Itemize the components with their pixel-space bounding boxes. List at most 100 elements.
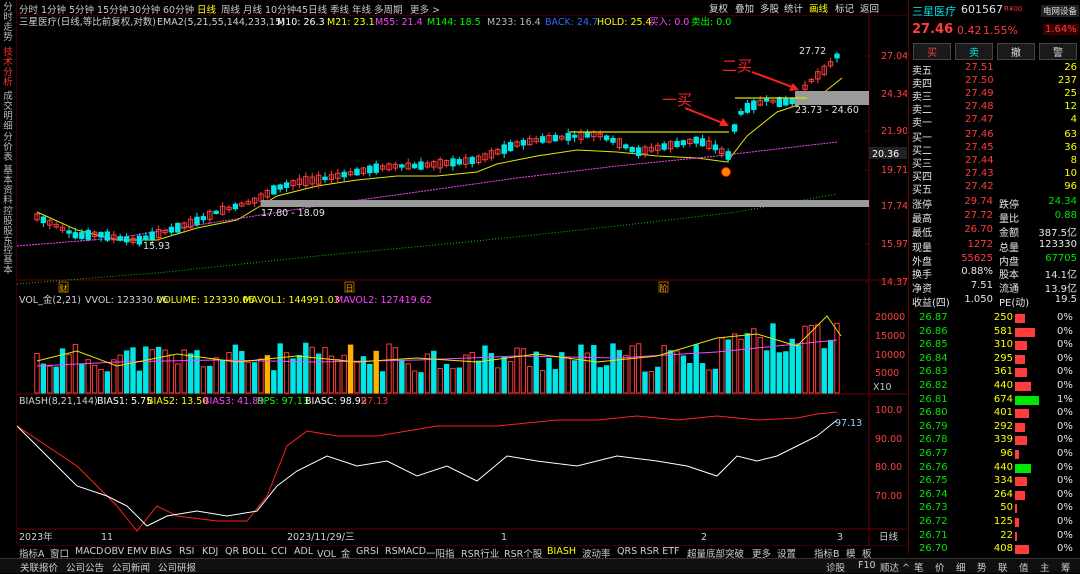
period-4[interactable]: 30分钟 [129, 2, 160, 16]
bottom-tab-2[interactable]: MACD [75, 546, 103, 557]
level-bar [1015, 463, 1031, 473]
toolbar-4[interactable]: 画线 [809, 1, 828, 15]
toolbar-1[interactable]: 叠加 [735, 1, 754, 15]
period-0[interactable]: 分时 [19, 2, 38, 16]
bottom-tab-4[interactable]: EMV [127, 546, 148, 557]
ask-row[interactable]: 卖四 27.50 237 [909, 75, 1080, 90]
bottom-tab-20[interactable]: QRS [617, 546, 637, 557]
left-tab-6[interactable]: 控基本 [1, 246, 15, 276]
toolbar-2[interactable]: 多股 [760, 1, 779, 15]
bid-row[interactable]: 买一 27.46 63 [909, 129, 1080, 144]
volume-bar [290, 358, 296, 394]
period-1[interactable]: 1分钟 [41, 2, 66, 16]
stock-name: 三星医疗 [912, 5, 956, 18]
period-2[interactable]: 5分钟 [69, 2, 94, 16]
price-level-row[interactable]: 26.79 292 0% [909, 421, 1080, 434]
level-pct: 0% [1057, 488, 1073, 500]
price-level-row[interactable]: 26.81 674 1% [909, 394, 1080, 407]
price-level-row[interactable]: 26.78 339 0% [909, 434, 1080, 447]
period-11[interactable]: 季线 [330, 2, 349, 16]
kline-chart[interactable]: 三星医疗(日线,等比前复权,对数) EMA2(5,21,55,144,233,1… [17, 16, 907, 545]
ask-price: 27.51 [965, 62, 994, 73]
price-level-row[interactable]: 26.84 295 0% [909, 353, 1080, 366]
action-button-3[interactable]: 警 [1039, 43, 1077, 60]
bottom-tab-14[interactable]: RSMACD [385, 546, 426, 557]
left-tab-5[interactable]: 控股股东 [1, 207, 15, 247]
candle-body [418, 161, 424, 170]
bottom-tab-5[interactable]: BIAS [150, 546, 172, 557]
volume-bar [59, 348, 66, 394]
period-12[interactable]: 年线 [352, 2, 371, 16]
price-level-row[interactable]: 26.74 264 0% [909, 489, 1080, 502]
bottom-tab-6[interactable]: RSI [179, 546, 194, 557]
price-level-row[interactable]: 26.76 440 0% [909, 462, 1080, 475]
action-button-2[interactable]: 撤 [997, 43, 1035, 60]
price-level-row[interactable]: 26.73 50 0% [909, 502, 1080, 515]
bottom-tab-7[interactable]: KDJ [202, 546, 218, 557]
ask-row[interactable]: 卖二 27.48 12 [909, 101, 1080, 116]
left-tab-3[interactable]: 分价表 [1, 133, 15, 163]
bottom-tab-13[interactable]: GRSI [356, 546, 379, 557]
bid-row[interactable]: 买二 27.45 36 [909, 142, 1080, 157]
mavol1-legend: MAVOL1: 144991.03 [243, 295, 340, 306]
candle-body [399, 164, 405, 168]
action-button-1[interactable]: 卖 [955, 43, 993, 60]
bid-row[interactable]: 买五 27.42 96 [909, 181, 1080, 196]
candle-body [783, 98, 789, 106]
left-tab-0[interactable]: 分时走势 [1, 3, 15, 43]
period-13[interactable]: 多周期 [374, 2, 403, 16]
toolbar-0[interactable]: 复权 [709, 1, 728, 15]
price-level-row[interactable]: 26.77 96 0% [909, 448, 1080, 461]
price-level-row[interactable]: 26.80 401 0% [909, 407, 1080, 420]
price-level-row[interactable]: 26.86 581 0% [909, 326, 1080, 339]
toolbar-6[interactable]: 返回 [860, 1, 879, 15]
period-8[interactable]: 月线 [243, 2, 262, 16]
bottom-tab-18[interactable]: BIASH [547, 546, 576, 557]
bottom-tab-9[interactable]: BOLL [242, 546, 266, 557]
period-6[interactable]: 日线 [197, 2, 216, 16]
time-axis-right[interactable]: 日线 [879, 531, 899, 543]
price-level-row[interactable]: 26.70 408 0% [909, 543, 1080, 556]
volume-bar [821, 348, 827, 394]
price-level-row[interactable]: 26.71 22 0% [909, 530, 1080, 543]
action-button-0[interactable]: 买 [913, 43, 951, 60]
bottom-tab-8[interactable]: QR [225, 546, 239, 557]
period-3[interactable]: 15分钟 [97, 2, 128, 16]
period-5[interactable]: 60分钟 [163, 2, 194, 16]
volume-bar [187, 353, 194, 394]
period-7[interactable]: 周线 [221, 2, 240, 16]
ask-row[interactable]: 卖五 27.51 26 [909, 62, 1080, 77]
status-right-1[interactable]: F10 [858, 560, 876, 571]
candle-body [277, 184, 283, 190]
price-level-row[interactable]: 26.82 440 0% [909, 380, 1080, 393]
bottom-tab-21[interactable]: RSR ETF [640, 546, 680, 557]
toolbar-3[interactable]: 统计 [784, 1, 803, 15]
price-level-row[interactable]: 26.85 310 0% [909, 339, 1080, 352]
ask-row[interactable]: 卖一 27.47 4 [909, 114, 1080, 129]
price-level-row[interactable]: 26.75 334 0% [909, 475, 1080, 488]
bottom-tab-10[interactable]: CCI [271, 546, 287, 557]
bid-row[interactable]: 买四 27.43 10 [909, 168, 1080, 183]
price-level-row[interactable]: 26.72 125 0% [909, 516, 1080, 529]
stat-value: 14.1亿 [1044, 270, 1077, 281]
price-level-row[interactable]: 26.83 361 0% [909, 366, 1080, 379]
bottom-tab-3[interactable]: OBV [104, 546, 124, 557]
toolbar-5[interactable]: 标记 [835, 1, 854, 15]
volume-bar [533, 351, 539, 394]
bid-row[interactable]: 买三 27.44 8 [909, 155, 1080, 170]
period-9[interactable]: 10分钟 [265, 2, 296, 16]
left-tab-4[interactable]: 基本资料 [1, 166, 15, 206]
bid-price: 27.43 [965, 168, 994, 179]
ask-row[interactable]: 卖三 27.49 25 [909, 88, 1080, 103]
price-level-row[interactable]: 26.87 250 0% [909, 312, 1080, 325]
left-tab-2[interactable]: 成交明细 [1, 92, 15, 132]
level-bar [1015, 436, 1027, 446]
event-mark[interactable]: 阶 [660, 283, 668, 293]
sector-button[interactable]: 电网设备 [1041, 5, 1080, 17]
period-10[interactable]: 45日线 [296, 2, 327, 16]
event-mark[interactable]: 日 [346, 284, 354, 293]
left-tab-1[interactable]: 技术分析 [1, 48, 15, 88]
period-14[interactable]: 更多 > [410, 2, 440, 16]
event-mark[interactable]: 财 [60, 283, 68, 293]
bottom-tab-11[interactable]: ADL [294, 546, 313, 557]
